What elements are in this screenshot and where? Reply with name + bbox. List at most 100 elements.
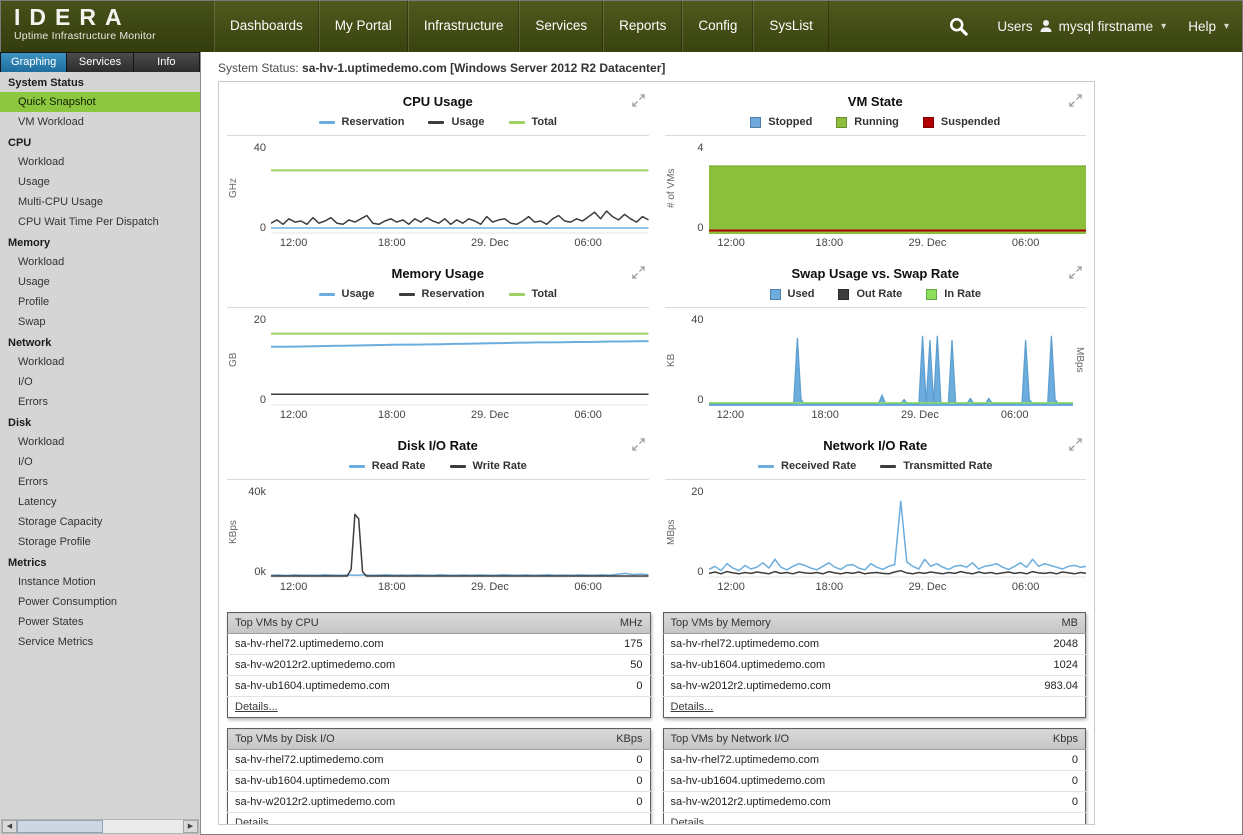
expand-icon[interactable] [1069, 94, 1082, 107]
vm-name: sa-hv-ub1604.uptimedemo.com [228, 771, 571, 792]
x-tick-label: 18:00 [816, 581, 844, 593]
sidebar-item-vm-workload[interactable]: VM Workload [0, 112, 200, 132]
scrollbar-thumb[interactable] [17, 820, 103, 833]
scroll-right-button[interactable]: ▶ [183, 820, 198, 833]
y-axis-ticks: 200 [240, 314, 271, 406]
help-menu[interactable]: Help [1188, 19, 1216, 34]
user-account-menu[interactable]: mysql firstname [1059, 19, 1154, 34]
legend-item-write-rate: Write Rate [450, 460, 527, 472]
vm-value: 0 [1007, 792, 1085, 813]
sidebar-item-profile[interactable]: Profile [0, 292, 200, 312]
sidebar-item-workload[interactable]: Workload [0, 432, 200, 452]
legend-marker [319, 121, 335, 124]
page-body: GraphingServicesInfo System StatusQuick … [0, 52, 1243, 835]
nav-item-services[interactable]: Services [519, 0, 603, 52]
nav-item-dashboards[interactable]: Dashboards [214, 0, 319, 52]
legend-marker [450, 465, 466, 468]
chevron-down-icon: ▾ [1161, 21, 1166, 32]
details-link[interactable]: Details... [235, 817, 278, 825]
expand-icon[interactable] [1069, 438, 1082, 451]
vm-name: sa-hv-w2012r2.uptimedemo.com [663, 792, 1007, 813]
sidebar-item-workload[interactable]: Workload [0, 252, 200, 272]
chart-swap-usage-vs-swap-rate: Swap Usage vs. Swap RateUsedOut RateIn R… [663, 258, 1089, 430]
legend-marker [509, 121, 525, 124]
expand-icon[interactable] [632, 438, 645, 451]
sidebar-item-storage-profile[interactable]: Storage Profile [0, 532, 200, 552]
sidebar-item-service-metrics[interactable]: Service Metrics [0, 632, 200, 652]
legend-label: Out Rate [856, 288, 902, 300]
sidebar-item-power-states[interactable]: Power States [0, 612, 200, 632]
vm-value: 175 [576, 634, 650, 655]
vm-name: sa-hv-ub1604.uptimedemo.com [228, 676, 576, 697]
legend-item-usage: Usage [428, 116, 484, 128]
sidebar-item-i-o[interactable]: I/O [0, 452, 200, 472]
sidebar-tab-info[interactable]: Info [134, 53, 199, 72]
vm-name: sa-hv-rhel72.uptimedemo.com [228, 750, 571, 771]
sidebar-item-quick-snapshot[interactable]: Quick Snapshot [0, 92, 200, 112]
expand-icon[interactable] [1069, 266, 1082, 279]
table-details-row: Details... [663, 697, 1086, 718]
sidebar-item-swap[interactable]: Swap [0, 312, 200, 332]
x-tick-label: 12:00 [717, 581, 745, 593]
details-cell: Details... [228, 697, 651, 718]
table-row: sa-hv-w2012r2.uptimedemo.com50 [228, 655, 651, 676]
expand-icon[interactable] [632, 266, 645, 279]
chart-canvas [709, 142, 1087, 234]
sidebar-item-storage-capacity[interactable]: Storage Capacity [0, 512, 200, 532]
table-top-vms-by-disk-i-o: Top VMs by Disk I/OKBpssa-hv-rhel72.upti… [227, 728, 651, 825]
sidebar-item-errors[interactable]: Errors [0, 472, 200, 492]
x-tick-label: 18:00 [811, 409, 839, 421]
users-menu[interactable]: Users [997, 19, 1032, 34]
x-tick-label: 06:00 [574, 409, 602, 421]
quick-snapshot-panel: CPU UsageReservationUsageTotalGHz40012:0… [218, 81, 1095, 825]
sidebar-item-power-consumption[interactable]: Power Consumption [0, 592, 200, 612]
x-tick-label: 06:00 [1012, 237, 1040, 249]
legend-marker [758, 465, 774, 468]
sidebar-item-errors[interactable]: Errors [0, 392, 200, 412]
sidebar-tab-services[interactable]: Services [67, 53, 132, 72]
vm-value: 0 [1007, 750, 1085, 771]
nav-item-config[interactable]: Config [682, 0, 753, 52]
scrollbar-track[interactable] [17, 820, 183, 833]
x-axis-ticks: 12:0018:0029. Dec06:00 [709, 237, 1087, 253]
expand-icon[interactable] [632, 94, 645, 107]
top-header: IDERA Uptime Infrastructure Monitor Dash… [0, 0, 1243, 52]
vm-name: sa-hv-w2012r2.uptimedemo.com [663, 676, 994, 697]
sidebar-section-memory: Memory [0, 232, 200, 252]
vm-name: sa-hv-ub1604.uptimedemo.com [663, 771, 1007, 792]
sidebar-item-i-o[interactable]: I/O [0, 372, 200, 392]
sidebar-item-latency[interactable]: Latency [0, 492, 200, 512]
y-axis-label-right: MBps [1073, 314, 1086, 406]
x-axis-ticks: 12:0018:0029. Dec06:00 [271, 409, 649, 425]
chart-network-i-o-rate: Network I/O RateReceived RateTransmitted… [663, 430, 1089, 602]
sidebar-item-usage[interactable]: Usage [0, 272, 200, 292]
sidebar-item-usage[interactable]: Usage [0, 172, 200, 192]
nav-item-reports[interactable]: Reports [603, 0, 682, 52]
table-top-vms-by-memory: Top VMs by MemoryMBsa-hv-rhel72.uptimede… [663, 612, 1087, 718]
x-tick-label: 18:00 [816, 237, 844, 249]
vm-name: sa-hv-w2012r2.uptimedemo.com [228, 655, 576, 676]
legend-label: Transmitted Rate [903, 460, 992, 472]
nav-item-my-portal[interactable]: My Portal [319, 0, 408, 52]
search-icon[interactable] [948, 16, 969, 37]
idera-logo[interactable]: IDERA Uptime Infrastructure Monitor [0, 0, 214, 52]
details-link[interactable]: Details... [671, 817, 714, 825]
sidebar-item-cpu-wait-time-per-dispatch[interactable]: CPU Wait Time Per Dispatch [0, 212, 200, 232]
sidebar-section-network: Network [0, 332, 200, 352]
sidebar-item-multi-cpu-usage[interactable]: Multi-CPU Usage [0, 192, 200, 212]
legend-item-total: Total [509, 288, 557, 300]
x-tick-label: 12:00 [280, 581, 308, 593]
details-link[interactable]: Details... [671, 701, 714, 713]
nav-item-syslist[interactable]: SysList [753, 0, 829, 52]
vm-value: 0 [570, 750, 650, 771]
sidebar-item-instance-motion[interactable]: Instance Motion [0, 572, 200, 592]
scroll-left-button[interactable]: ◀ [2, 820, 17, 833]
vm-name: sa-hv-rhel72.uptimedemo.com [663, 750, 1007, 771]
sidebar-item-workload[interactable]: Workload [0, 352, 200, 372]
sidebar-tab-graphing[interactable]: Graphing [1, 53, 66, 72]
sidebar-horizontal-scrollbar[interactable]: ◀ ▶ [1, 819, 199, 834]
y-tick-label: 0 [697, 222, 703, 234]
sidebar-item-workload[interactable]: Workload [0, 152, 200, 172]
details-link[interactable]: Details... [235, 701, 278, 713]
nav-item-infrastructure[interactable]: Infrastructure [408, 0, 520, 52]
